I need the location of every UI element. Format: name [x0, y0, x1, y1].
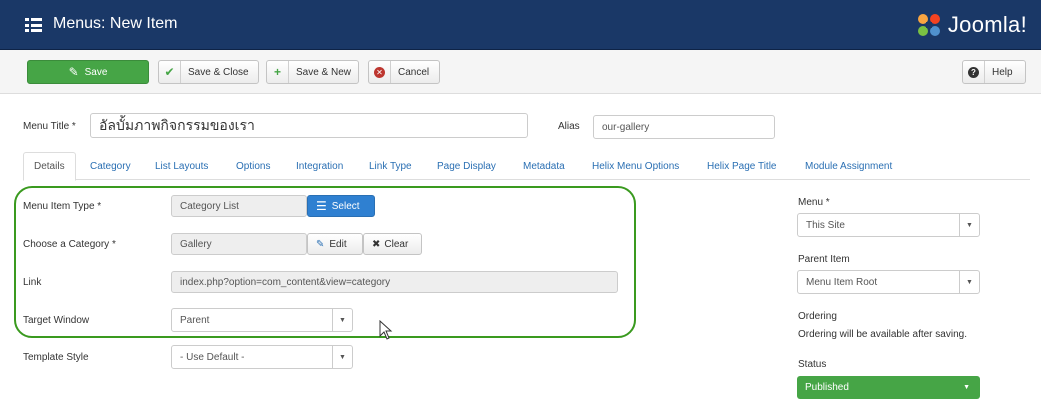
- target-window-value: Parent: [180, 314, 210, 326]
- help-label: Help: [992, 66, 1013, 78]
- tab-page-display[interactable]: Page Display: [437, 152, 496, 180]
- status-label: Status: [798, 359, 827, 370]
- close-icon: ✖: [372, 238, 381, 250]
- tab-metadata[interactable]: Metadata: [523, 152, 565, 180]
- ordering-label: Ordering: [798, 311, 837, 322]
- link-label: Link: [23, 277, 42, 288]
- help-icon: ?: [963, 61, 985, 83]
- toolbar: ✎ Save ✔ Save & Close + Save & New ✕ Can…: [0, 50, 1041, 94]
- menu-item-type-field: Category List: [171, 195, 307, 217]
- parent-item-select[interactable]: Menu Item Root ▼: [797, 270, 980, 294]
- admin-header: Menus: New Item Joomla!: [0, 0, 1041, 50]
- select-label: Select: [331, 200, 360, 212]
- tab-module-assignment[interactable]: Module Assignment: [805, 152, 892, 180]
- check-icon: ✔: [159, 61, 181, 83]
- save-icon: ✎: [68, 65, 79, 79]
- chevron-down-icon: ▼: [332, 346, 352, 368]
- status-value: Published: [805, 382, 849, 393]
- link-field: index.php?option=com_content&view=catego…: [171, 271, 618, 293]
- save-close-label: Save & Close: [188, 66, 249, 78]
- menu-value: This Site: [806, 219, 845, 231]
- chevron-down-icon: ▼: [959, 271, 979, 293]
- save-new-label: Save & New: [295, 66, 352, 78]
- page-title: Menus: New Item: [53, 15, 178, 32]
- tab-integration[interactable]: Integration: [296, 152, 343, 180]
- alias-label: Alias: [558, 121, 580, 132]
- edit-label: Edit: [329, 238, 347, 250]
- menu-title-input[interactable]: อัลบั้มภาพกิจกรรมของเรา: [90, 113, 528, 138]
- mouse-cursor-icon: [379, 320, 393, 340]
- category-label: Choose a Category *: [23, 239, 116, 250]
- template-style-select[interactable]: - Use Default - ▼: [171, 345, 353, 369]
- plus-icon: +: [267, 61, 289, 83]
- cancel-button[interactable]: ✕ Cancel: [368, 60, 440, 84]
- joomla-logo-icon: [917, 14, 940, 36]
- parent-item-value: Menu Item Root: [806, 276, 878, 288]
- target-window-select[interactable]: Parent ▼: [171, 308, 353, 332]
- menu-list-icon: [25, 18, 42, 32]
- template-style-label: Template Style: [23, 352, 89, 363]
- edit-category-button[interactable]: ✎ Edit: [307, 233, 363, 255]
- save-button[interactable]: ✎ Save: [27, 60, 149, 84]
- tab-category[interactable]: Category: [90, 152, 131, 180]
- save-close-button[interactable]: ✔ Save & Close: [158, 60, 259, 84]
- list-icon: ☰: [316, 199, 327, 213]
- clear-category-button[interactable]: ✖ Clear: [363, 233, 422, 255]
- menu-item-type-label: Menu Item Type *: [23, 201, 102, 212]
- menu-title-label: Menu Title *: [23, 121, 76, 132]
- parent-item-label: Parent Item: [798, 254, 850, 265]
- save-new-button[interactable]: + Save & New: [266, 60, 359, 84]
- target-window-label: Target Window: [23, 315, 90, 326]
- template-style-value: - Use Default -: [180, 351, 245, 363]
- help-button[interactable]: ? Help: [962, 60, 1026, 84]
- chevron-down-icon: ▼: [963, 384, 970, 391]
- ordering-note: Ordering will be available after saving.: [798, 329, 967, 340]
- tab-helix-page-title[interactable]: Helix Page Title: [707, 152, 776, 180]
- tab-link-type[interactable]: Link Type: [369, 152, 412, 180]
- chevron-down-icon: ▼: [332, 309, 352, 331]
- tab-options[interactable]: Options: [236, 152, 270, 180]
- tab-list-layouts[interactable]: List Layouts: [155, 152, 208, 180]
- chevron-down-icon: ▼: [959, 214, 979, 236]
- alias-input[interactable]: our-gallery: [593, 115, 775, 139]
- tab-bar: Details Category List Layouts Options In…: [23, 152, 1030, 181]
- cancel-icon: ✕: [369, 61, 391, 83]
- menu-select[interactable]: This Site ▼: [797, 213, 980, 237]
- select-type-button[interactable]: ☰ Select: [307, 195, 375, 217]
- tab-helix-menu-options[interactable]: Helix Menu Options: [592, 152, 679, 180]
- cancel-label: Cancel: [398, 66, 430, 78]
- status-select[interactable]: Published ▼: [797, 376, 980, 399]
- logo-text: Joomla!: [947, 12, 1027, 37]
- edit-icon: ✎: [316, 238, 325, 250]
- joomla-logo[interactable]: Joomla!: [914, 9, 1027, 41]
- save-label: Save: [84, 66, 108, 78]
- clear-label: Clear: [384, 238, 409, 250]
- tab-details[interactable]: Details: [23, 152, 76, 181]
- menu-label: Menu *: [798, 197, 830, 208]
- category-field: Gallery: [171, 233, 307, 255]
